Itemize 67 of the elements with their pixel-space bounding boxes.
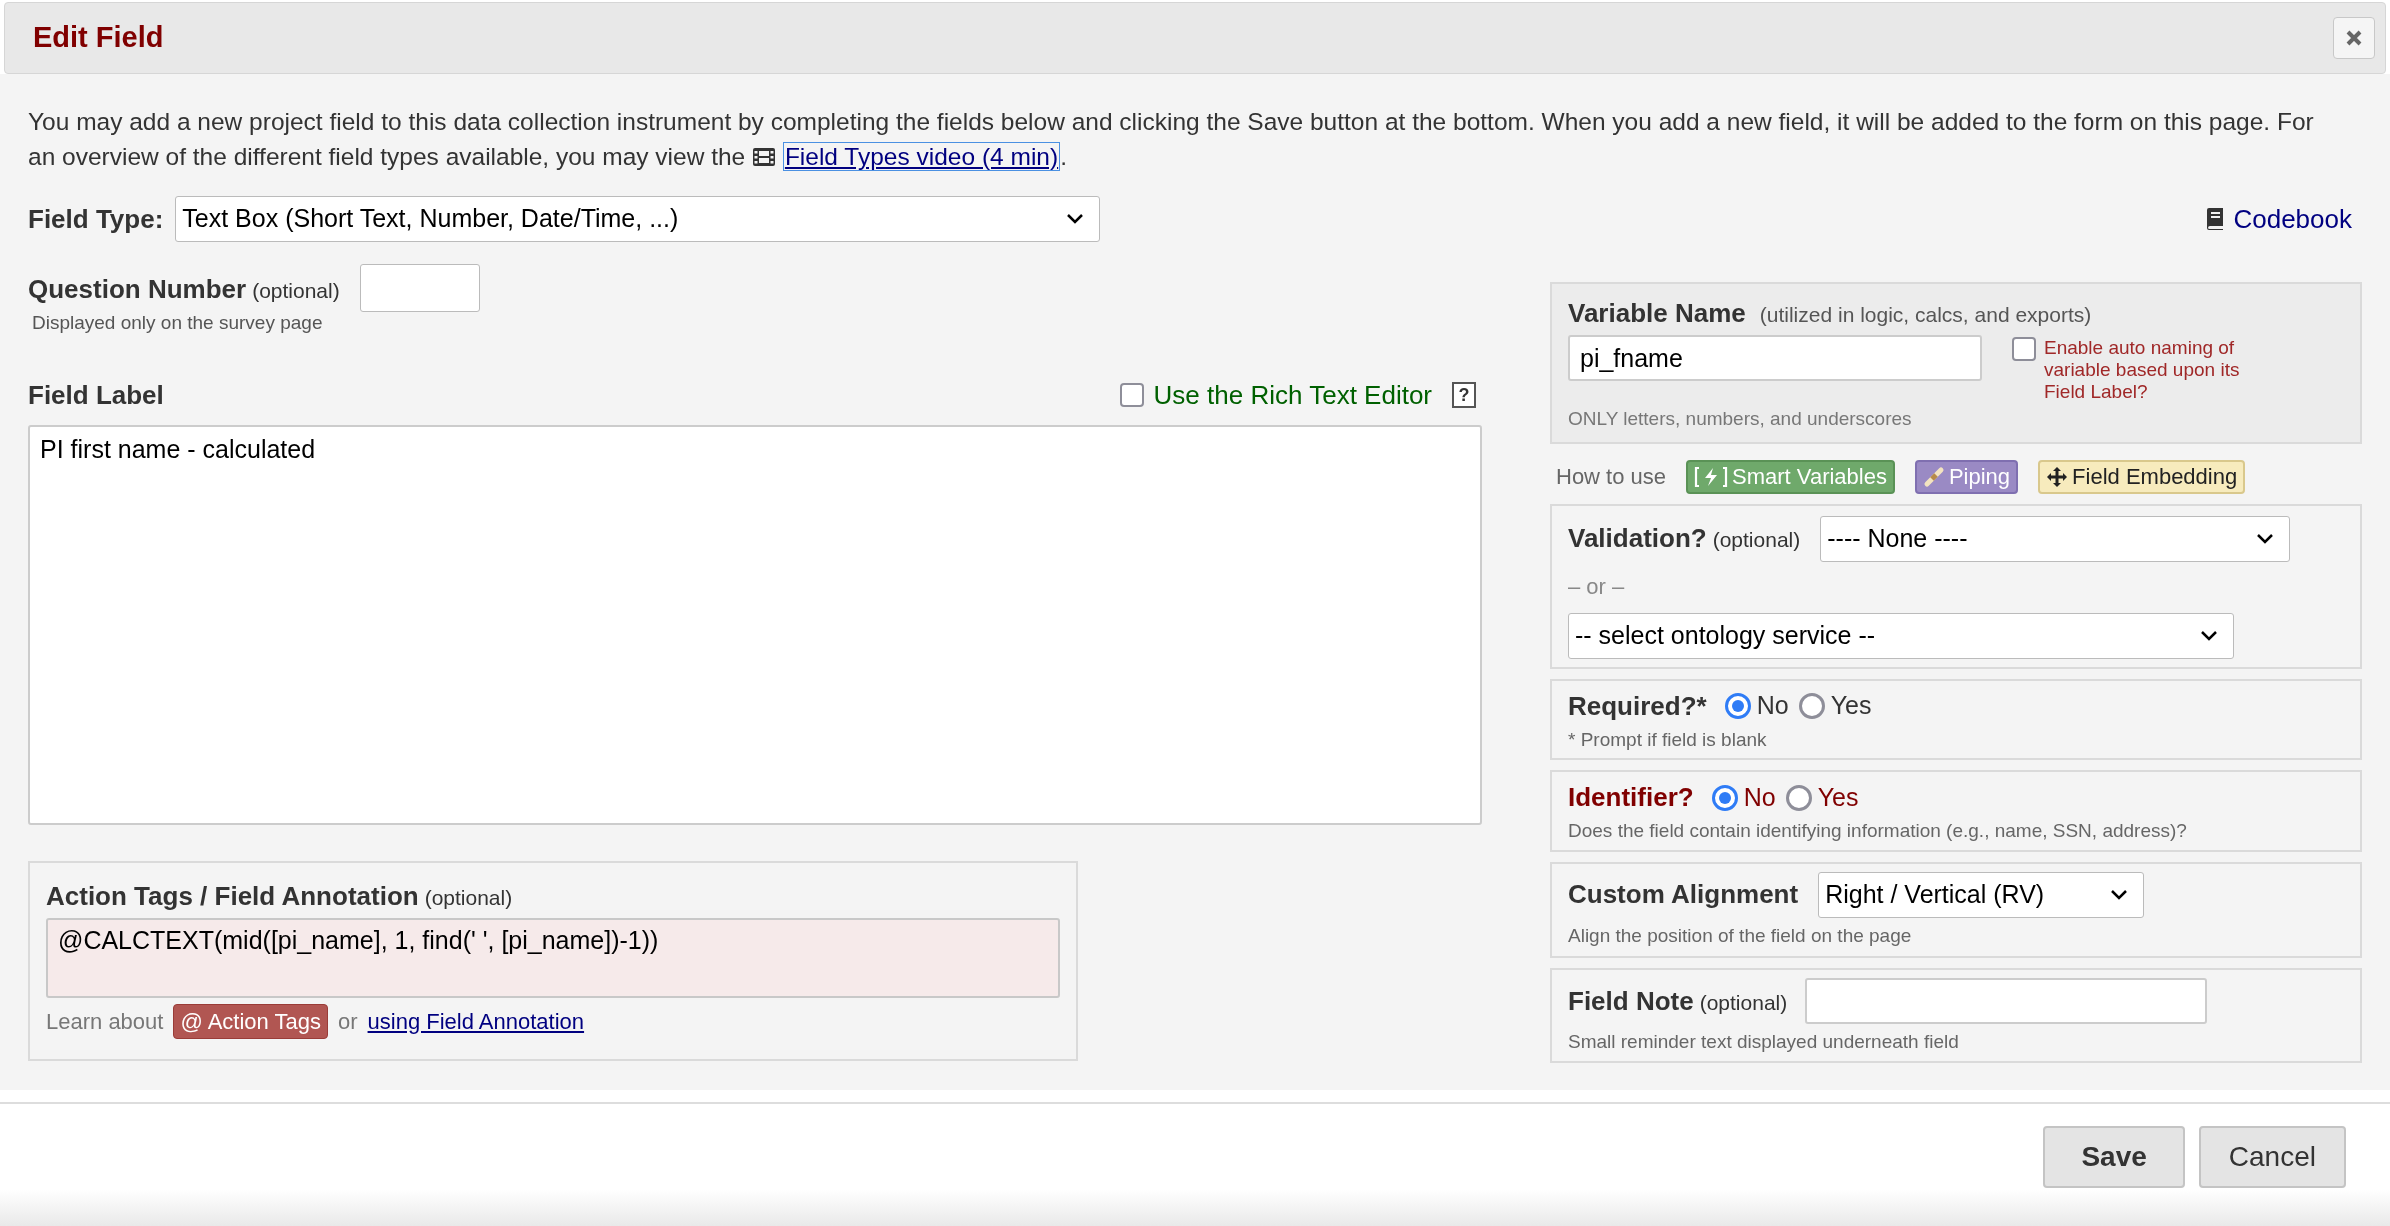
field-note-field[interactable] xyxy=(1805,978,2208,1024)
variable-name-label: Variable Name xyxy=(1568,297,1746,330)
field-note-hint: Small reminder text displayed underneath field xyxy=(1568,1030,1960,1054)
action-tags-textarea[interactable]: @CALCTEXT(mid([pi_name], 1, find(' ', [pi_name])-1)) xyxy=(46,917,1060,998)
variable-name-field[interactable]: pi_fname xyxy=(1568,335,1982,381)
codebook-link[interactable]: Codebook xyxy=(2205,199,2362,239)
variable-name-hint: ONLY letters, numbers, and underscores xyxy=(1568,407,1913,431)
dropdown[interactable]: Right / Vertical (RV) xyxy=(1818,871,2145,918)
film-icon xyxy=(752,147,777,167)
action-tags-label: Action Tags / Field Annotation xyxy=(46,879,419,913)
radio-label: Yes xyxy=(1830,690,1872,722)
identifier-label: Identifier? xyxy=(1568,781,1694,814)
identifier-hint: Does the field contain identifying information (e.g., name, SSN, address)? xyxy=(1568,819,2188,843)
checkbox[interactable] xyxy=(2012,337,2036,361)
save-button[interactable]: Save xyxy=(2043,1126,2185,1188)
question-number-label: Question Number xyxy=(28,273,247,306)
close-icon xyxy=(2345,29,2363,47)
validation-label: Validation? xyxy=(1568,522,1707,555)
radio-label: Yes xyxy=(1817,781,1859,813)
close-button[interactable] xyxy=(2333,17,2375,59)
chevron-down-icon xyxy=(2109,888,2130,901)
dialog-title: Edit Field xyxy=(33,20,164,56)
dropdown[interactable]: ---- None ---- xyxy=(1820,515,2291,562)
help-badge[interactable]: Field Embedding xyxy=(2038,459,2246,494)
variable-name-note: (utilized in logic, calcs, and exports) xyxy=(1759,302,2092,328)
auto-naming-label: Enable auto naming of variable based upon its Field Label? xyxy=(2044,337,2240,403)
question-number-field[interactable] xyxy=(359,264,480,312)
optional-note: (optional) xyxy=(1699,989,1788,1016)
required-hint: * Prompt if field is blank xyxy=(1568,727,1768,752)
or-divider-text: – or – xyxy=(1568,572,1626,601)
optional-note: (optional) xyxy=(1712,527,1801,553)
dropdown[interactable]: -- select ontology service -- xyxy=(1568,612,2234,659)
radio-button[interactable] xyxy=(1711,784,1738,811)
move-arrows-icon xyxy=(2046,465,2069,488)
bracket-bolt-icon xyxy=(1694,465,1729,488)
checkbox[interactable] xyxy=(1119,383,1144,407)
custom-alignment-label: Custom Alignment xyxy=(1568,878,1799,911)
custom-alignment-hint: Align the position of the field on the page xyxy=(1568,923,1913,948)
cancel-button[interactable]: Cancel xyxy=(2198,1126,2346,1188)
chevron-down-icon xyxy=(2199,629,2219,642)
chevron-down-icon xyxy=(2255,532,2276,545)
help-button[interactable]: ? xyxy=(1452,382,1476,408)
dropdown[interactable]: Text Box (Short Text, Number, Date/Time, ...) xyxy=(175,196,1101,242)
book-icon xyxy=(2205,207,2226,231)
required-label: Required?* xyxy=(1568,689,1707,723)
learn-about-text: Learn about xyxy=(46,1007,164,1036)
field-label-textarea[interactable]: PI first name - calculated xyxy=(28,424,1482,825)
action-tags-badge[interactable]: @ Action Tags xyxy=(173,1003,328,1039)
optional-note: (optional) xyxy=(424,884,513,911)
field-note-label: Field Note xyxy=(1568,984,1694,1018)
radio-button[interactable] xyxy=(1785,784,1812,811)
chevron-down-icon xyxy=(1065,213,1086,225)
rich-text-editor-label: Use the Rich Text Editor xyxy=(1153,378,1432,412)
radio-label: No xyxy=(1756,690,1789,722)
how-to-use-label: How to use xyxy=(1556,463,1667,491)
field-label-label: Field Label xyxy=(28,378,164,412)
field-type-label: Field Type: xyxy=(28,202,164,236)
pipe-icon xyxy=(1922,465,1945,488)
field-annotation-link[interactable]: using Field Annotation xyxy=(367,1004,585,1038)
question-number-hint: Displayed only on the survey page xyxy=(31,311,324,335)
radio-button[interactable] xyxy=(1798,693,1825,719)
radio-label: No xyxy=(1743,781,1776,813)
or-text: or xyxy=(338,1007,358,1036)
video-link[interactable]: Field Types video (4 min) xyxy=(782,142,1061,171)
intro-text: You may add a new project field to this data collection instrument by completing the fields below and clicking the Save button at the bottom. When you add a new field, it will be added to the form on this page. For an overview of the different field types available, you may view the Field Types video (4 min). xyxy=(28,107,2315,173)
optional-note: (optional) xyxy=(252,278,340,304)
radio-button[interactable] xyxy=(1724,693,1751,719)
